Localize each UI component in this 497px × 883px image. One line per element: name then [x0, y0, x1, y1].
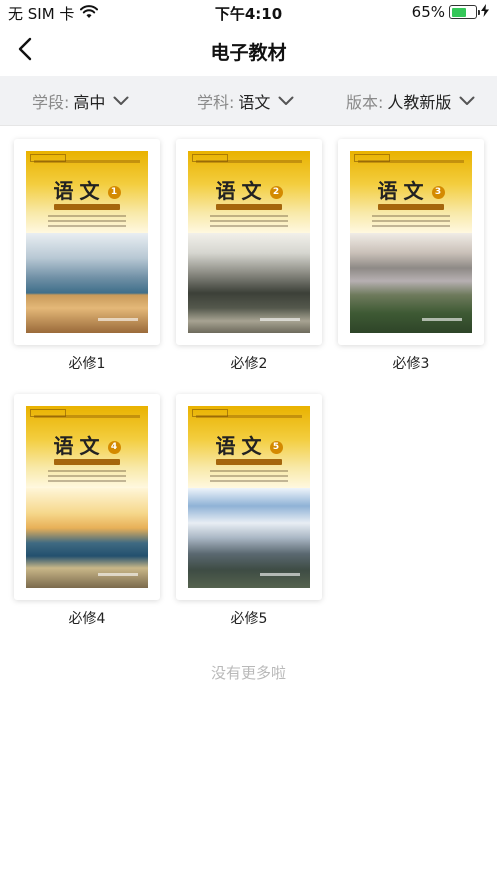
cover-image: 语文 5: [188, 406, 310, 588]
filter-edition-dropdown[interactable]: 版本: 人教新版: [346, 89, 475, 113]
filter-stage-label: 学段:: [32, 93, 70, 112]
filter-stage-dropdown[interactable]: 学段: 高中: [32, 89, 129, 113]
cover-title: 语文: [53, 434, 106, 458]
volume-badge: 2: [269, 186, 283, 199]
cover-image: 语文 4: [26, 406, 148, 588]
cover-title: 语文: [53, 179, 106, 203]
book-item[interactable]: 语文 4 必修4: [14, 394, 160, 628]
book-cover[interactable]: 语文 2: [176, 139, 322, 345]
page-title: 电子教材: [210, 42, 287, 64]
book-item[interactable]: 语文 1 必修1: [14, 139, 160, 373]
book-item[interactable]: 语文 2 必修2: [176, 139, 322, 373]
chevron-down-icon: [113, 96, 129, 106]
book-title: 必修1: [68, 356, 106, 372]
book-title: 必修5: [230, 611, 268, 627]
volume-badge: 4: [107, 441, 121, 454]
status-right: 65%: [412, 3, 489, 21]
book-cover[interactable]: 语文 4: [14, 394, 160, 600]
volume-badge: 1: [107, 186, 121, 199]
filter-edition-label: 版本:: [346, 93, 384, 112]
volume-badge: 5: [269, 441, 283, 454]
book-title: 必修2: [230, 356, 268, 372]
battery-icon: [449, 5, 480, 19]
filter-stage-value: 高中: [73, 93, 106, 112]
book-cover[interactable]: 语文 3: [338, 139, 484, 345]
chevron-down-icon: [459, 96, 475, 106]
battery-percent: 65%: [411, 3, 445, 21]
no-more-text: 没有更多啦: [210, 664, 286, 682]
filter-subject-value: 语文: [238, 93, 271, 112]
book-cover[interactable]: 语文 5: [176, 394, 322, 600]
cover-image: 语文 1: [26, 151, 148, 333]
cover-title: 语文: [377, 179, 430, 203]
book-title: 必修4: [68, 611, 106, 627]
book-cover[interactable]: 语文 1: [14, 139, 160, 345]
cover-title: 语文: [215, 434, 268, 458]
filter-subject-dropdown[interactable]: 学科: 语文: [197, 89, 294, 113]
cover-image: 语文 3: [350, 151, 472, 333]
charging-bolt-icon: [481, 3, 489, 21]
volume-badge: 3: [431, 186, 445, 199]
filter-edition-value: 人教新版: [387, 93, 452, 112]
cover-title: 语文: [215, 179, 268, 203]
filter-subject-label: 学科:: [197, 93, 235, 112]
battery-fill: [451, 7, 467, 17]
filter-bar: 学段: 高中 学科: 语文 版本: 人教新版: [0, 76, 497, 126]
status-bar: 无 SIM 卡 下午4:10 65%: [0, 0, 497, 26]
chevron-down-icon: [278, 96, 294, 106]
book-item[interactable]: 语文 5 必修5: [176, 394, 322, 628]
book-item[interactable]: 语文 3 必修3: [338, 139, 484, 373]
navigation-bar: 电子教材: [0, 26, 497, 76]
cover-image: 语文 2: [188, 151, 310, 333]
book-title: 必修3: [392, 356, 430, 372]
